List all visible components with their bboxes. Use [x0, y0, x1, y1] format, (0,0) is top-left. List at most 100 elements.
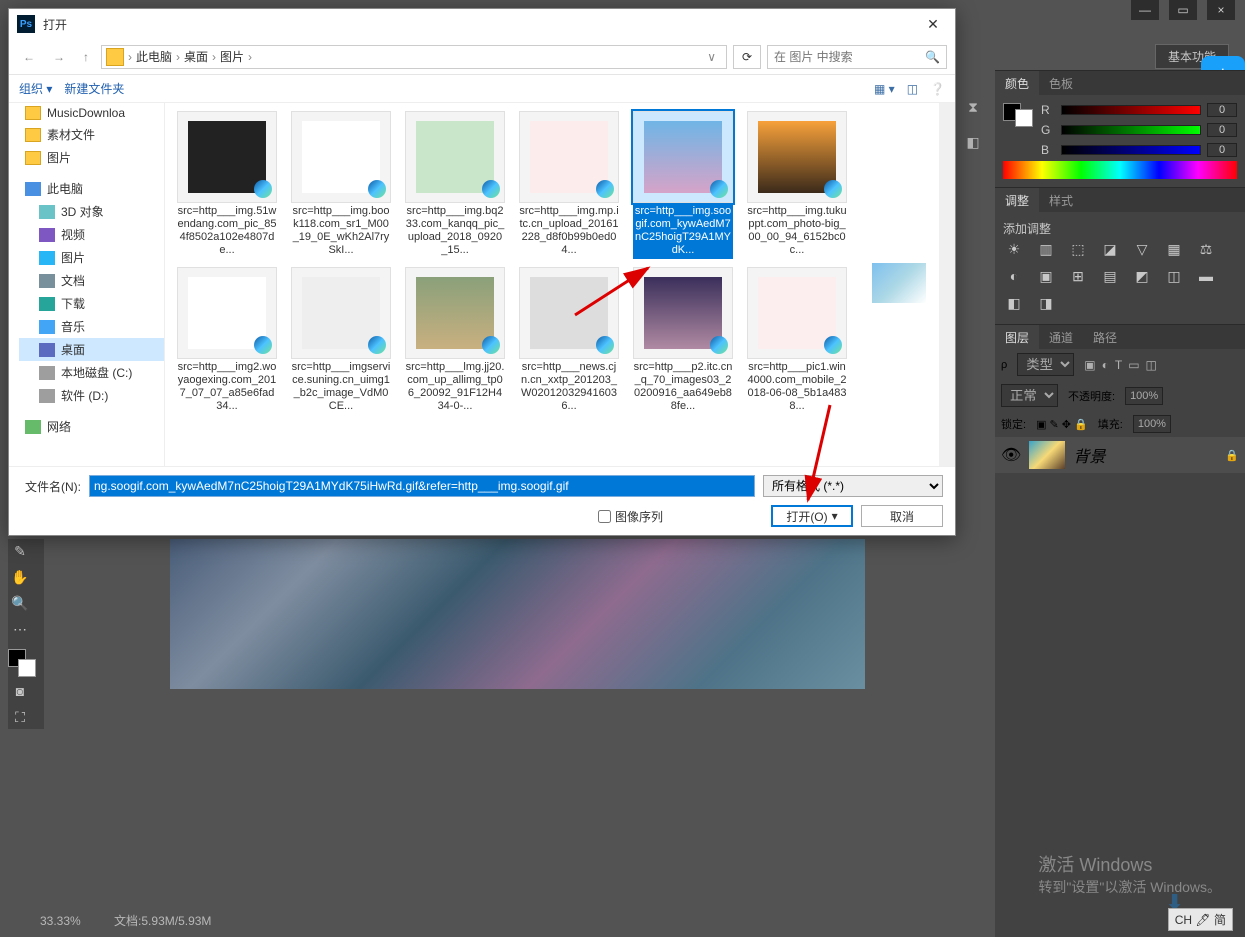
- filename-input[interactable]: [90, 476, 754, 496]
- tree-disk-c[interactable]: 本地磁盘 (C:): [19, 361, 164, 384]
- poster-icon[interactable]: ◫: [1163, 268, 1185, 285]
- crumb-2[interactable]: 图片: [220, 48, 244, 65]
- thresh-icon[interactable]: ▬: [1195, 268, 1217, 285]
- scrollbar[interactable]: [939, 103, 955, 466]
- canvas[interactable]: [170, 539, 865, 689]
- file-item[interactable]: src=http___img.book118.com_sr1_M00_19_0E…: [287, 111, 395, 259]
- r-input[interactable]: [1207, 103, 1237, 117]
- tree-disk-d[interactable]: 软件 (D:): [19, 384, 164, 407]
- file-item[interactable]: src=http___img.51wendang.com_pic_854f850…: [173, 111, 281, 259]
- screenmode-tool[interactable]: ⛶: [8, 705, 32, 729]
- r-slider[interactable]: [1061, 105, 1201, 115]
- minimize-button[interactable]: —: [1131, 0, 1159, 20]
- nav-forward-button[interactable]: →: [47, 50, 71, 64]
- hue-icon[interactable]: ▦: [1163, 241, 1185, 258]
- layer-thumbnail[interactable]: [1029, 441, 1065, 469]
- fill-value[interactable]: 100%: [1133, 415, 1171, 433]
- properties-icon[interactable]: ◧: [957, 130, 989, 155]
- organize-button[interactable]: 组织 ▾: [19, 80, 64, 97]
- brightness-icon[interactable]: ☀: [1003, 241, 1025, 258]
- maximize-button[interactable]: ▭: [1169, 0, 1197, 20]
- tree-material[interactable]: 素材文件: [19, 123, 164, 146]
- image-sequence-checkbox[interactable]: [598, 510, 611, 523]
- view-mode-button[interactable]: ▦ ▾: [874, 82, 895, 96]
- visibility-icon[interactable]: 👁: [1001, 445, 1021, 465]
- search-input[interactable]: [774, 50, 914, 64]
- tab-paths[interactable]: 路径: [1083, 325, 1127, 349]
- sel-icon[interactable]: ◨: [1035, 295, 1057, 312]
- dialog-close-button[interactable]: ✕: [919, 13, 947, 35]
- cancel-button[interactable]: 取消: [861, 505, 943, 527]
- filter-smart-icon[interactable]: ◫: [1146, 358, 1157, 372]
- new-folder-button[interactable]: 新建文件夹: [64, 80, 124, 97]
- tree-video[interactable]: 视频: [19, 223, 164, 246]
- filetype-select[interactable]: 所有格式 (*.*): [763, 475, 943, 497]
- breadcrumb[interactable]: › 此电脑› 桌面› 图片› ∨: [101, 45, 727, 69]
- tab-channels[interactable]: 通道: [1039, 325, 1083, 349]
- hand-tool[interactable]: ✋: [8, 565, 32, 589]
- file-item[interactable]: src=http___news.cjn.cn_xxtp_201203_W0201…: [515, 267, 623, 415]
- exposure-icon[interactable]: ◪: [1099, 241, 1121, 258]
- b-slider[interactable]: [1061, 145, 1201, 155]
- b-input[interactable]: [1207, 143, 1237, 157]
- file-item[interactable]: src=http___img2.woyaogexing.com_2017_07_…: [173, 267, 281, 415]
- g-input[interactable]: [1207, 123, 1237, 137]
- photo-icon[interactable]: ▣: [1035, 268, 1057, 285]
- search-box[interactable]: 🔍: [767, 45, 947, 69]
- crumb-0[interactable]: 此电脑: [136, 48, 172, 65]
- tab-adjustments[interactable]: 调整: [995, 188, 1039, 212]
- lut-icon[interactable]: ▤: [1099, 268, 1121, 285]
- filter-adj-icon[interactable]: ◐: [1102, 358, 1109, 372]
- lock-icons[interactable]: ▣ ✎ ✥ 🔒: [1036, 418, 1088, 431]
- bal-icon[interactable]: ⚖: [1195, 241, 1217, 258]
- help-button[interactable]: ❔: [930, 82, 945, 96]
- quickmask-tool[interactable]: ◙: [8, 679, 32, 703]
- crumb-1[interactable]: 桌面: [184, 48, 208, 65]
- tree-3d[interactable]: 3D 对象: [19, 200, 164, 223]
- bw-icon[interactable]: ◐: [1003, 268, 1025, 285]
- preview-pane-button[interactable]: ◫: [907, 82, 918, 96]
- layer-name[interactable]: 背景: [1073, 443, 1217, 467]
- tree-desktop[interactable]: 桌面: [19, 338, 164, 361]
- blend-mode-select[interactable]: 正常: [1001, 384, 1058, 407]
- tree-documents[interactable]: 文档: [19, 269, 164, 292]
- filter-shape-icon[interactable]: ▭: [1128, 358, 1139, 372]
- kind-select[interactable]: 类型: [1017, 353, 1074, 376]
- opacity-value[interactable]: 100%: [1125, 387, 1163, 405]
- tab-styles[interactable]: 样式: [1039, 188, 1083, 212]
- file-item[interactable]: src=http___img.mp.itc.cn_upload_20161228…: [515, 111, 623, 259]
- file-item[interactable]: src=http___lmg.jj20.com_up_allimg_tp06_2…: [401, 267, 509, 415]
- tab-swatches[interactable]: 色板: [1039, 71, 1083, 95]
- panel-swatch[interactable]: [1003, 103, 1033, 157]
- invert-icon[interactable]: ◩: [1131, 268, 1153, 285]
- layer-row[interactable]: 👁 背景 🔒: [995, 437, 1245, 473]
- tree-music[interactable]: 音乐: [19, 315, 164, 338]
- file-item[interactable]: src=http___img.tukuppt.com_photo-big_00_…: [743, 111, 851, 259]
- file-item[interactable]: src=http___img.soogif.com_kywAedM7nC25ho…: [629, 111, 737, 259]
- edit-toolbar[interactable]: ⋯: [8, 617, 32, 641]
- color-swatches[interactable]: [8, 649, 36, 677]
- vibrance-icon[interactable]: ▽: [1131, 241, 1153, 258]
- tab-layers[interactable]: 图层: [995, 325, 1039, 349]
- file-item[interactable]: src=http___pic1.win4000.com_mobile_2018-…: [743, 267, 851, 415]
- tree-pictures[interactable]: 图片: [19, 146, 164, 169]
- folder-tree[interactable]: MusicDownloa 素材文件 图片 此电脑 3D 对象 视频 图片 文档 …: [9, 103, 165, 466]
- tree-network[interactable]: 网络: [19, 415, 164, 438]
- file-item[interactable]: src=http___p2.itc.cn_q_70_images03_20200…: [629, 267, 737, 415]
- tree-computer[interactable]: 此电脑: [19, 177, 164, 200]
- file-item[interactable]: src=http___imgservice.suning.cn_uimg1_b2…: [287, 267, 395, 415]
- eyedropper-tool[interactable]: ✎: [8, 539, 32, 563]
- grad-icon[interactable]: ◧: [1003, 295, 1025, 312]
- g-slider[interactable]: [1061, 125, 1201, 135]
- tree-images[interactable]: 图片: [19, 246, 164, 269]
- ime-indicator[interactable]: CH 🖊 简: [1168, 908, 1233, 931]
- history-icon[interactable]: ⧗: [957, 95, 989, 120]
- background-swatch[interactable]: [18, 659, 36, 677]
- filter-type-icon[interactable]: T: [1115, 358, 1122, 372]
- mixer-icon[interactable]: ⊞: [1067, 268, 1089, 285]
- refresh-button[interactable]: ⟳: [733, 45, 761, 69]
- close-button[interactable]: ×: [1207, 0, 1235, 20]
- file-grid[interactable]: src=http___img.51wendang.com_pic_854f850…: [165, 103, 859, 466]
- breadcrumb-dropdown[interactable]: ∨: [701, 50, 722, 64]
- tree-musicdownloads[interactable]: MusicDownloa: [19, 103, 164, 123]
